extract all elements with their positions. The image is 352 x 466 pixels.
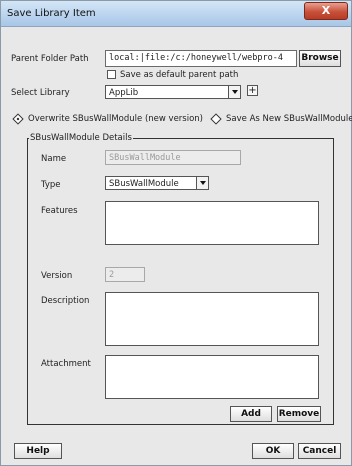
attachment-box[interactable] bbox=[105, 355, 319, 399]
title-bar: Save Library Item X bbox=[1, 1, 351, 27]
type-select[interactable]: SBusWallModule bbox=[105, 176, 209, 190]
features-textarea[interactable] bbox=[105, 201, 319, 245]
dialog-title: Save Library Item bbox=[7, 8, 96, 19]
version-field: 2 bbox=[105, 267, 145, 282]
browse-button[interactable]: Browse bbox=[299, 50, 341, 67]
save-library-item-dialog: Save Library Item X Parent Folder Path l… bbox=[0, 0, 352, 466]
chevron-down-icon bbox=[196, 177, 208, 189]
help-button[interactable]: Help bbox=[14, 443, 62, 459]
library-select[interactable]: AppLib bbox=[105, 85, 241, 99]
close-icon: X bbox=[321, 4, 331, 17]
remove-attachment-button[interactable]: Remove bbox=[277, 406, 321, 422]
parent-folder-path-input[interactable]: local:|file:/c:/honeywell/webpro-4 bbox=[105, 50, 297, 67]
select-library-label: Select Library bbox=[11, 88, 70, 98]
save-default-path-checkbox[interactable] bbox=[107, 70, 116, 79]
overwrite-radio[interactable] bbox=[12, 113, 24, 125]
attachment-label: Attachment bbox=[41, 359, 91, 369]
plus-icon: + bbox=[248, 85, 257, 96]
save-as-new-label: Save As New SBusWallModule bbox=[226, 114, 352, 124]
library-selected-value: AppLib bbox=[109, 88, 139, 98]
add-library-button[interactable]: + bbox=[247, 85, 258, 96]
name-label: Name bbox=[41, 154, 67, 164]
name-field: SBusWallModule bbox=[105, 150, 241, 165]
add-attachment-button[interactable]: Add bbox=[230, 406, 272, 422]
description-textarea[interactable] bbox=[105, 292, 319, 346]
type-label: Type bbox=[41, 180, 61, 190]
type-selected-value: SBusWallModule bbox=[109, 179, 179, 189]
overwrite-label: Overwrite SBusWallModule (new version) bbox=[28, 114, 203, 124]
close-button[interactable]: X bbox=[304, 2, 348, 20]
save-default-path-label: Save as default parent path bbox=[120, 70, 239, 80]
ok-button[interactable]: OK bbox=[252, 443, 294, 459]
parent-folder-label: Parent Folder Path bbox=[11, 54, 89, 64]
details-group-title: SBusWallModule Details bbox=[29, 133, 133, 143]
description-label: Description bbox=[41, 296, 90, 306]
cancel-button[interactable]: Cancel bbox=[298, 443, 341, 459]
save-as-new-radio[interactable] bbox=[210, 113, 222, 125]
features-label: Features bbox=[41, 206, 78, 216]
chevron-down-icon bbox=[228, 86, 240, 98]
version-label: Version bbox=[41, 271, 73, 281]
